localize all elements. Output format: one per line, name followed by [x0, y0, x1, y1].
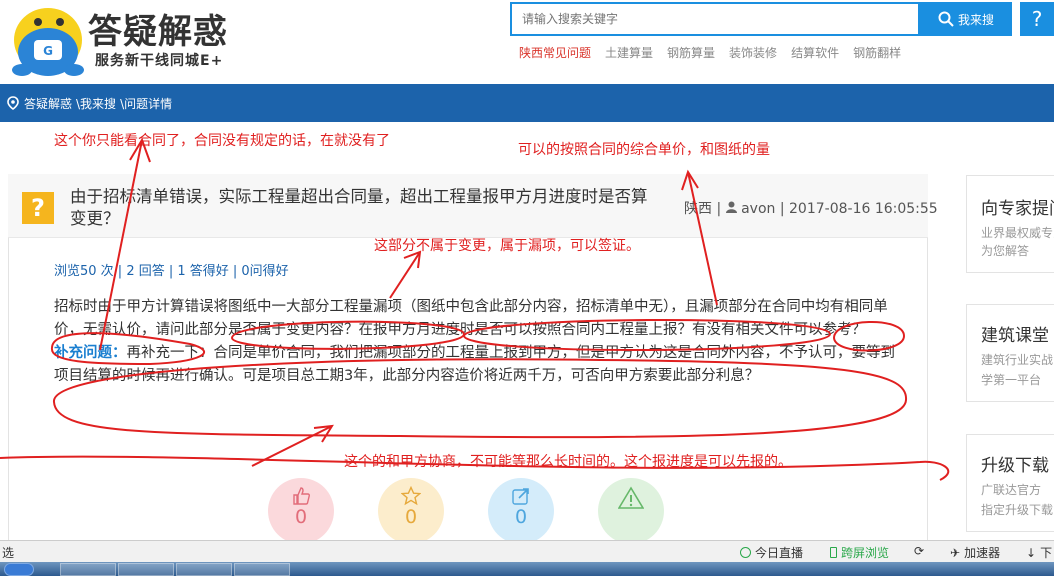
live-button[interactable]: 今日直播: [740, 544, 803, 561]
phone-icon: [830, 547, 837, 558]
cross-screen-label: 跨屏浏览: [841, 546, 890, 560]
annotation-markup: [0, 137, 950, 481]
taskbar-app[interactable]: [176, 563, 232, 576]
start-button[interactable]: [4, 563, 34, 576]
refresh-icon[interactable]: ⟳: [914, 544, 924, 558]
accelerator-button[interactable]: ✈ 加速器: [950, 544, 1000, 561]
taskbar-app[interactable]: [234, 563, 290, 576]
accelerator-label: 加速器: [964, 546, 1001, 560]
annotation-note: 这个的和甲方协商，不可能等那么长时间的。这个报进度是可以先报的。: [344, 454, 792, 470]
browser-status-bar: 选 今日直播 跨屏浏览 ⟳ ✈ 加速器 ↓ 下: [0, 540, 1054, 562]
status-text: 选: [2, 546, 15, 560]
taskbar-app[interactable]: [118, 563, 174, 576]
windows-taskbar: [0, 562, 1054, 576]
cross-screen-button[interactable]: 跨屏浏览: [830, 544, 889, 561]
rocket-icon: ✈: [950, 545, 961, 560]
live-label: 今日直播: [755, 546, 804, 560]
download-label: 下: [1040, 546, 1053, 560]
play-icon: [740, 547, 751, 558]
annotation-note: 可以的按照合同的综合单价，和图纸的量: [518, 142, 770, 158]
download-button[interactable]: ↓ 下: [1026, 544, 1052, 561]
download-icon: ↓: [1026, 545, 1037, 560]
taskbar-app[interactable]: [60, 563, 116, 576]
annotation-note: 这部分不属于变更，属于漏项，可以签证。: [374, 238, 640, 254]
annotation-note: 这个你只能看合同了，合同没有规定的话，在就没有了: [54, 133, 390, 149]
